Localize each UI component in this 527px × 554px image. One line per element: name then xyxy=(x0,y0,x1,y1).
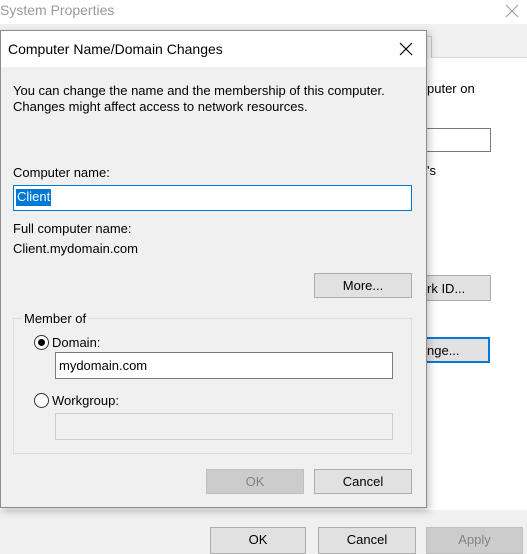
example-text-fragment: 's xyxy=(427,163,436,178)
system-properties-cancel-button[interactable]: Cancel xyxy=(318,527,416,554)
workgroup-radio[interactable] xyxy=(34,393,49,408)
change-label: nge... xyxy=(427,343,460,358)
computer-name-label: Computer name: xyxy=(13,165,110,180)
workgroup-input xyxy=(55,413,393,440)
dialog-titlebar: Computer Name/Domain Changes xyxy=(1,31,426,67)
domain-input[interactable]: mydomain.com xyxy=(55,352,393,379)
member-of-group: Member of Domain: mydomain.com Workgroup… xyxy=(13,311,412,454)
domain-label[interactable]: Domain: xyxy=(52,335,100,350)
full-computer-name-label: Full computer name: xyxy=(13,221,132,236)
computer-description-fragment: puter on xyxy=(427,81,475,96)
dialog-ok-button: OK xyxy=(206,469,304,494)
change-button[interactable]: nge... xyxy=(424,337,490,363)
dialog-cancel-button[interactable]: Cancel xyxy=(314,469,412,494)
workgroup-label[interactable]: Workgroup: xyxy=(52,393,119,408)
radio-selected-dot xyxy=(38,339,45,346)
member-of-legend: Member of xyxy=(22,311,89,326)
close-icon[interactable] xyxy=(391,35,421,63)
computer-name-selected-text: Client xyxy=(16,189,52,206)
more-button[interactable]: More... xyxy=(314,273,412,298)
apply-button[interactable]: Apply xyxy=(426,527,523,554)
dialog-title: Computer Name/Domain Changes xyxy=(8,41,223,57)
system-properties-titlebar: System Properties xyxy=(0,0,527,24)
system-properties-ok-button[interactable]: OK xyxy=(210,527,306,554)
domain-radio[interactable] xyxy=(34,335,49,350)
full-computer-name-value: Client.mydomain.com xyxy=(13,241,138,256)
computer-description-field[interactable] xyxy=(424,128,491,152)
network-id-button[interactable]: rk ID... xyxy=(424,275,491,301)
computer-name-input[interactable]: Client xyxy=(13,185,412,211)
close-icon[interactable] xyxy=(496,0,527,24)
dialog-description-line1: You can change the name and the membersh… xyxy=(13,83,385,98)
network-id-label: rk ID... xyxy=(427,281,466,296)
system-properties-title: System Properties xyxy=(0,2,115,18)
computer-name-domain-changes-dialog: Computer Name/Domain Changes You can cha… xyxy=(0,30,427,508)
dialog-description-line2: Changes might affect access to network r… xyxy=(13,99,308,114)
